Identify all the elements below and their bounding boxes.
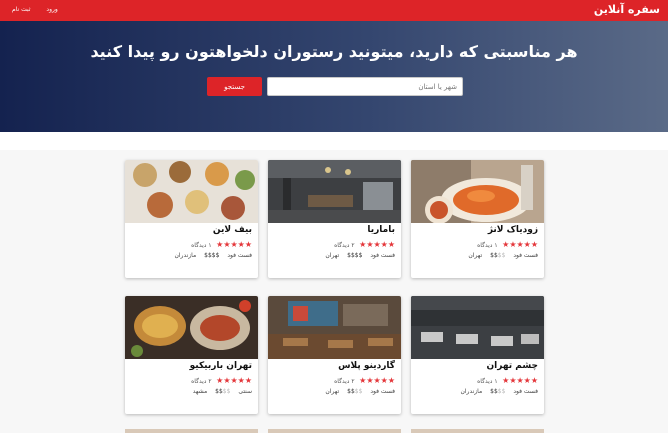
restaurant-image	[125, 296, 258, 359]
city-label: مازندران	[460, 388, 483, 395]
hero-title: هر مناسبتی که دارید، میتونید رستوران دلخ…	[90, 42, 578, 61]
review-count[interactable]: ۱ دیدگاه	[191, 242, 211, 249]
restaurant-image	[268, 160, 401, 223]
restaurant-name[interactable]: زودیاک لانژ	[488, 225, 538, 235]
restaurant-meta: سنتی $$$$ مشهد	[187, 388, 252, 395]
restaurant-meta: فست فود $$$$ مازندران	[454, 388, 538, 395]
restaurant-card-partial[interactable]	[411, 429, 544, 433]
rating-row: ★★★★★ ۲ دیدگاه	[334, 376, 395, 386]
cuisine-label: فست فود	[370, 388, 395, 395]
restaurant-name[interactable]: تهران باربیکیو	[190, 361, 252, 371]
hero-banner: هر مناسبتی که دارید، میتونید رستوران دلخ…	[0, 21, 668, 132]
restaurant-name[interactable]: بیف لاین	[213, 225, 252, 235]
price-level: $$$$	[490, 388, 506, 395]
restaurant-card[interactable]: گاردینو پلاس ★★★★★ ۲ دیدگاه فست فود $$$$…	[268, 296, 401, 414]
restaurant-image	[411, 296, 544, 359]
restaurant-name[interactable]: گاردینو پلاس	[338, 361, 395, 371]
restaurant-image	[125, 160, 258, 223]
rating-row: ★★★★★ ۲ دیدگاه	[191, 376, 252, 386]
review-count[interactable]: ۱ دیدگاه	[477, 378, 497, 385]
review-count[interactable]: ۲ دیدگاه	[191, 378, 211, 385]
city-label: تهران	[325, 388, 340, 395]
restaurant-card[interactable]: بیف لاین ★★★★★ ۱ دیدگاه فست فود $$$$ ماز…	[125, 160, 258, 278]
login-link[interactable]: ورود	[46, 6, 57, 13]
review-count[interactable]: ۲ دیدگاه	[334, 242, 354, 249]
cuisine-label: سنتی	[238, 388, 252, 395]
cuisine-label: فست فود	[227, 252, 252, 259]
rating-row: ★★★★★ ۱ دیدگاه	[477, 240, 538, 250]
star-icon: ★★★★★	[502, 376, 538, 385]
rating-row: ★★★★★ ۲ دیدگاه	[334, 240, 395, 250]
search-input[interactable]	[267, 77, 463, 96]
price-level: $$$$	[347, 388, 363, 395]
price-level: $$$$	[215, 388, 231, 395]
cuisine-label: فست فود	[513, 252, 538, 259]
rating-row: ★★★★★ ۱ دیدگاه	[191, 240, 252, 250]
city-label: تهران	[325, 252, 340, 259]
restaurant-card[interactable]: باماریا ★★★★★ ۲ دیدگاه فست فود $$$$ تهرا…	[268, 160, 401, 278]
restaurant-meta: فست فود $$$$ تهران	[319, 388, 395, 395]
signup-link[interactable]: ثبت نام	[12, 6, 31, 13]
restaurant-image	[268, 296, 401, 359]
price-level: $$$$	[347, 252, 363, 259]
star-icon: ★★★★★	[216, 240, 252, 249]
restaurant-card-partial[interactable]	[268, 429, 401, 433]
restaurant-card[interactable]: تهران باربیکیو ★★★★★ ۲ دیدگاه سنتی $$$$ …	[125, 296, 258, 414]
price-level: $$$$	[204, 252, 220, 259]
cuisine-label: فست فود	[513, 388, 538, 395]
divider-band	[0, 132, 668, 150]
price-level: $$$$	[490, 252, 506, 259]
restaurant-meta: فست فود $$$$ تهران	[462, 252, 538, 259]
restaurant-image	[411, 160, 544, 223]
city-label: تهران	[468, 252, 483, 259]
restaurant-card[interactable]: چشم تهران ★★★★★ ۱ دیدگاه فست فود $$$$ ما…	[411, 296, 544, 414]
rating-row: ★★★★★ ۱ دیدگاه	[477, 376, 538, 386]
restaurant-card[interactable]: زودیاک لانژ ★★★★★ ۱ دیدگاه فست فود $$$$ …	[411, 160, 544, 278]
search-button[interactable]: جستجو	[207, 77, 262, 96]
review-count[interactable]: ۲ دیدگاه	[334, 378, 354, 385]
restaurant-meta: فست فود $$$$ تهران	[319, 252, 395, 259]
restaurant-card-partial[interactable]	[125, 429, 258, 433]
brand-logo[interactable]: سفره آنلاین	[594, 3, 660, 16]
star-icon: ★★★★★	[216, 376, 252, 385]
city-label: مازندران	[174, 252, 197, 259]
restaurant-name[interactable]: باماریا	[367, 225, 395, 235]
restaurant-name[interactable]: چشم تهران	[486, 361, 538, 371]
star-icon: ★★★★★	[502, 240, 538, 249]
restaurant-meta: فست فود $$$$ مازندران	[168, 252, 252, 259]
star-icon: ★★★★★	[359, 240, 395, 249]
auth-links: ورود ثبت نام	[12, 6, 72, 13]
top-navbar: سفره آنلاین ورود ثبت نام	[0, 0, 668, 21]
star-icon: ★★★★★	[359, 376, 395, 385]
review-count[interactable]: ۱ دیدگاه	[477, 242, 497, 249]
city-label: مشهد	[192, 388, 208, 395]
cuisine-label: فست فود	[370, 252, 395, 259]
